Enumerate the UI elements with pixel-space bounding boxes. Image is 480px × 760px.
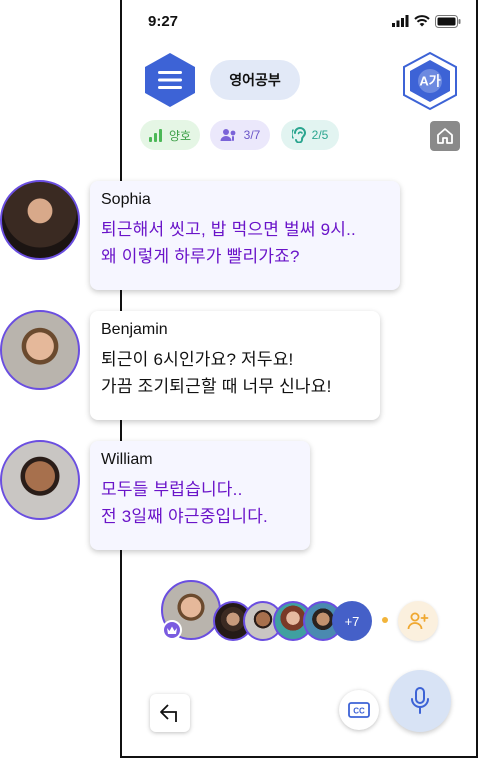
add-participant-button[interactable]	[398, 601, 438, 641]
ear-icon	[291, 127, 306, 143]
exit-room-button[interactable]	[150, 694, 190, 732]
sender-avatar[interactable]	[0, 310, 80, 390]
host-badge	[162, 620, 182, 640]
message-line: 가끔 조기퇴근할 때 너무 신나요!	[101, 377, 332, 396]
sender-name: Sophia	[101, 191, 151, 208]
message-bubble: William 모두들 부럽습니다.. 전 3일째 야근중입니다.	[90, 441, 310, 550]
crown-icon	[167, 626, 177, 634]
message-line: 퇴근이 6시인가요? 저두요!	[101, 350, 294, 369]
connection-quality-label: 양호	[168, 128, 192, 143]
microphone-button[interactable]	[389, 670, 451, 732]
home-button[interactable]	[430, 121, 460, 151]
message-line: 전 3일째 야근중입니다.	[101, 507, 268, 526]
message-line: 왜 이렇게 하루가 빨리가죠?	[101, 247, 300, 266]
sender-avatar[interactable]	[0, 180, 80, 260]
listeners-count-chip[interactable]: 2/5	[281, 120, 339, 150]
home-icon	[437, 128, 453, 144]
message-line: 모두들 부럽습니다..	[101, 480, 243, 499]
svg-text:CC: CC	[353, 707, 365, 716]
sender-name: Benjamin	[101, 321, 168, 338]
status-icons	[392, 14, 461, 28]
sender-name: William	[101, 451, 153, 468]
svg-text:A가: A가	[419, 74, 440, 89]
more-participants-badge[interactable]: +7	[332, 601, 372, 641]
message-line: 퇴근해서 씻고, 밥 먹으면 벌써 9시..	[101, 220, 356, 239]
speakers-count-chip[interactable]: 3/7	[210, 120, 270, 150]
status-time: 9:27	[148, 13, 179, 30]
speakers-count-label: 3/7	[243, 128, 261, 142]
cellular-signal-icon	[392, 15, 409, 27]
add-user-icon	[407, 612, 429, 630]
connection-quality-chip: 양호	[140, 120, 200, 150]
closed-captions-icon: CC	[348, 702, 370, 718]
room-title-pill[interactable]: 영어공부	[210, 60, 300, 100]
signal-bars-icon	[148, 128, 162, 142]
people-mic-icon	[220, 129, 236, 141]
sender-avatar[interactable]	[0, 440, 80, 520]
translate-icon: A가	[418, 69, 442, 93]
hamburger-icon	[158, 71, 182, 89]
message-bubble: Sophia 퇴근해서 씻고, 밥 먹으면 벌써 9시.. 왜 이렇게 하루가 …	[90, 181, 400, 290]
listeners-count-label: 2/5	[311, 128, 329, 142]
exit-icon	[160, 704, 177, 722]
captions-button[interactable]: CC	[339, 690, 379, 730]
translate-button[interactable]: A가	[401, 51, 459, 111]
participants-row: +7	[160, 580, 440, 644]
message-bubble: Benjamin 퇴근이 6시인가요? 저두요! 가끔 조기퇴근할 때 너무 신…	[90, 311, 380, 420]
wifi-icon	[414, 15, 430, 27]
menu-button[interactable]	[143, 52, 197, 108]
separator-dot	[382, 617, 388, 623]
battery-icon	[435, 14, 461, 28]
microphone-icon	[411, 687, 429, 714]
